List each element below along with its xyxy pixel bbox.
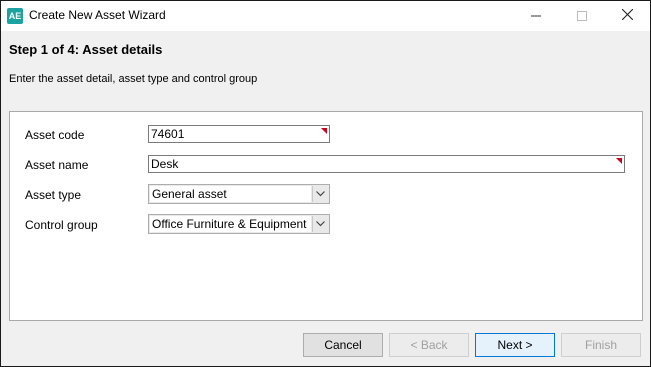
window-title: Create New Asset Wizard <box>29 8 166 22</box>
asset-code-input[interactable]: 74601 <box>148 125 330 143</box>
asset-code-label: Asset code <box>25 128 85 142</box>
finish-button: Finish <box>561 333 641 357</box>
control-group-select[interactable]: Office Furniture & Equipment <box>148 214 330 234</box>
title-bar: AE Create New Asset Wizard <box>1 1 650 31</box>
wizard-header: Step 1 of 4: Asset details Enter the ass… <box>1 31 650 105</box>
control-group-label: Control group <box>25 218 98 232</box>
back-button: < Back <box>389 333 469 357</box>
dropdown-button[interactable] <box>312 216 328 232</box>
asset-name-label: Asset name <box>25 158 89 172</box>
cancel-button[interactable]: Cancel <box>303 333 383 357</box>
app-logo-icon: AE <box>7 8 23 24</box>
asset-type-label: Asset type <box>25 188 82 202</box>
maximize-icon <box>577 11 587 21</box>
minimize-button[interactable] <box>513 1 559 31</box>
required-marker-icon <box>616 158 622 164</box>
close-button[interactable] <box>604 1 650 31</box>
asset-details-panel: Asset code 74601 Asset name Desk Asset t… <box>9 111 643 321</box>
asset-type-value: General asset <box>150 186 311 202</box>
minimize-icon <box>531 15 541 17</box>
asset-type-select[interactable]: General asset <box>148 184 330 204</box>
maximize-button <box>559 1 605 31</box>
asset-name-input[interactable]: Desk <box>148 155 625 173</box>
control-group-value: Office Furniture & Equipment <box>150 216 311 232</box>
wizard-footer: Cancel < Back Next > Finish <box>1 325 650 366</box>
required-marker-icon <box>321 128 327 134</box>
dropdown-button[interactable] <box>312 186 328 202</box>
next-button[interactable]: Next > <box>475 333 555 357</box>
asset-name-value: Desk <box>151 157 179 171</box>
step-title: Step 1 of 4: Asset details <box>9 42 163 57</box>
chevron-down-icon <box>316 221 325 227</box>
step-description: Enter the asset detail, asset type and c… <box>9 73 258 85</box>
wizard-window: AE Create New Asset Wizard Step 1 of 4: … <box>0 0 651 367</box>
asset-code-value: 74601 <box>151 127 185 141</box>
close-icon <box>621 8 633 21</box>
chevron-down-icon <box>316 191 325 197</box>
